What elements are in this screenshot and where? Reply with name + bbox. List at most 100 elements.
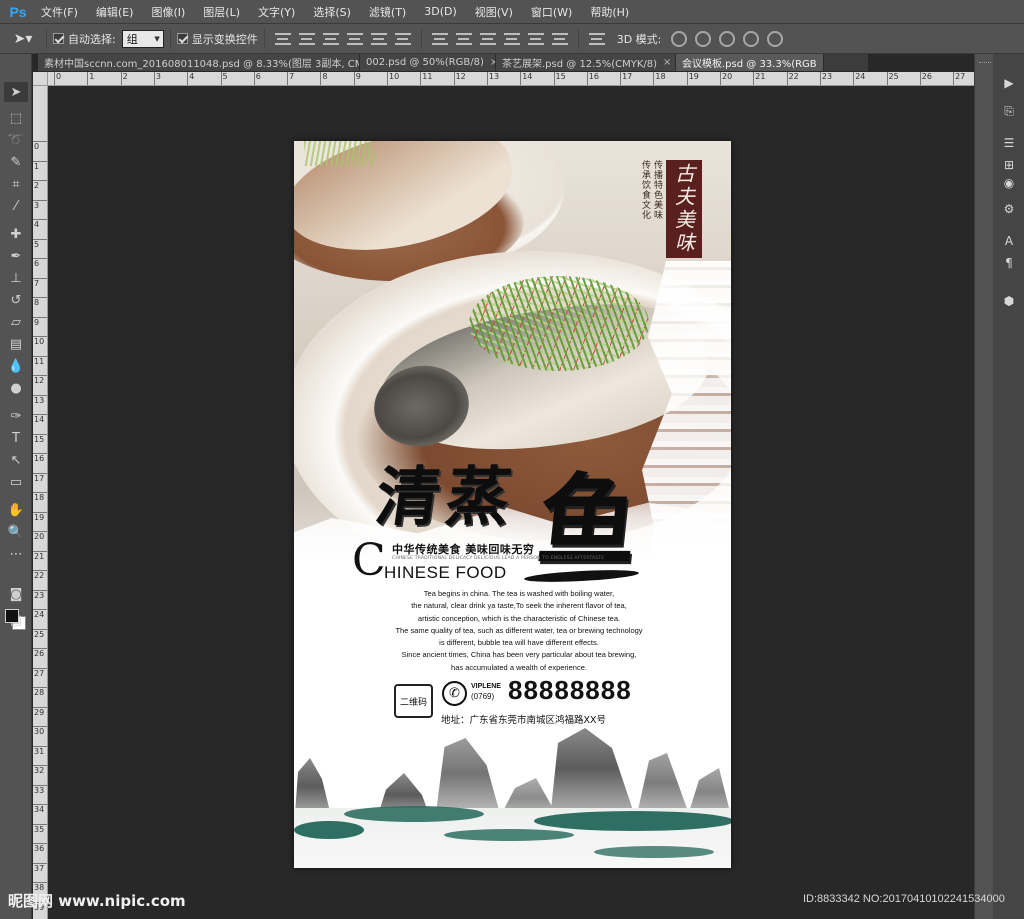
shape-tool-icon[interactable]: ▭ xyxy=(4,472,28,492)
watermark-left: 昵图网 www.nipic.com xyxy=(8,892,186,910)
ruler-tick-label: 3 xyxy=(153,72,161,85)
menu-type[interactable]: 文字(Y) xyxy=(249,4,304,20)
menu-edit[interactable]: 编辑(E) xyxy=(87,4,143,20)
auto-align-icon[interactable] xyxy=(588,31,605,47)
move-tool-preset-icon[interactable]: ➤▾ xyxy=(6,28,40,50)
blur-tool-icon[interactable]: 💧 xyxy=(4,356,28,376)
hand-tool-icon[interactable]: ✋ xyxy=(4,500,28,520)
align-bottom-icon[interactable] xyxy=(322,31,339,47)
adjustments-icon[interactable]: ◉ xyxy=(999,174,1019,192)
menu-3d[interactable]: 3D(D) xyxy=(415,5,466,18)
ruler-tick-label: 6 xyxy=(253,72,261,85)
menu-window[interactable]: 窗口(W) xyxy=(522,4,581,20)
ruler-origin[interactable] xyxy=(33,72,48,86)
auto-select-checkbox[interactable] xyxy=(53,33,64,44)
3d-pan-icon[interactable] xyxy=(719,30,736,47)
ruler-tick-label: 34 xyxy=(33,804,47,814)
crop-tool-icon[interactable]: ⌗ xyxy=(4,174,28,194)
healing-tool-icon[interactable]: ✚ xyxy=(4,224,28,244)
ruler-tick-label: 2 xyxy=(33,180,47,190)
stamp-tool-icon[interactable]: ⊥ xyxy=(4,268,28,288)
chinese-food-text: HINESE FOOD xyxy=(384,563,507,582)
ruler-tick-label: 17 xyxy=(33,472,47,483)
ruler-tick-label: 19 xyxy=(686,72,699,85)
distribute-vcenter-icon[interactable] xyxy=(455,31,472,47)
align-top-icon[interactable] xyxy=(274,31,291,47)
panel-dock: ▶ ⎘ ☰ ⊞ ◉ ⚙ A ¶ ⬢ xyxy=(974,54,1024,919)
ruler-vertical[interactable]: 0 1 2 3 4 5 6 7 8 9 10 11 12 13 14 15 16 17 18 19 20 21 22 23 24… xyxy=(33,86,48,919)
doc-tab[interactable]: 素材中国sccnn.com_20160801104​8.psd @ 8.33%(… xyxy=(38,54,360,71)
ruler-tick-label: 10 xyxy=(387,72,399,85)
play-icon[interactable]: ▶ xyxy=(999,74,1019,92)
distribute-bottom-icon[interactable] xyxy=(479,31,496,47)
distribute-right-icon[interactable] xyxy=(551,31,568,47)
ruler-horizontal[interactable]: 0 1 2 3 4 5 6 7 8 9 10 11 12 13 14 15 16 17 18 19 20 21 22 23 24… xyxy=(48,72,974,86)
ruler-tick-label: 23 xyxy=(33,589,47,600)
document-canvas[interactable]: 传承饮食文化 传播特色美味 古夫美味 清蒸 鱼 C 中华传统美食 美味回味无穷 … xyxy=(294,141,731,868)
menu-view[interactable]: 视图(V) xyxy=(466,4,522,20)
history-icon[interactable]: ⎘ xyxy=(999,102,1019,120)
marquee-tool-icon[interactable]: ⬚ xyxy=(4,108,28,128)
doc-tab[interactable]: 002.psd @ 50%(RGB/8)× xyxy=(360,54,496,71)
ruler-tick-label: 3 xyxy=(33,199,47,210)
menu-select[interactable]: 选择(S) xyxy=(304,4,360,20)
panel-grip[interactable] xyxy=(979,62,991,66)
swatches-icon[interactable]: ⊞ xyxy=(999,156,1019,174)
close-icon[interactable]: × xyxy=(663,57,671,68)
show-transform-checkbox[interactable] xyxy=(176,33,188,44)
ruler-tick-label: 35 xyxy=(33,823,47,834)
path-select-tool-icon[interactable]: ↖ xyxy=(4,450,28,470)
doc-tab[interactable]: 茶艺展架.psd @ 12.5%(CMYK/8) × xyxy=(496,54,676,71)
align-hcenter-icon[interactable] xyxy=(370,31,387,47)
divider xyxy=(420,28,422,49)
more-tools-icon[interactable]: ⋯ xyxy=(4,544,28,564)
eraser-tool-icon[interactable]: ▱ xyxy=(4,312,28,332)
layers-comp-icon[interactable]: ☰ xyxy=(999,134,1019,152)
foreground-color-swatch[interactable] xyxy=(5,609,19,623)
properties-icon[interactable]: ⚙ xyxy=(999,200,1019,218)
move-tool-icon[interactable]: ➤ xyxy=(4,82,28,102)
ruler-tick-label: 7 xyxy=(287,72,294,85)
3d-cube-icon[interactable]: ⬢ xyxy=(999,292,1019,310)
quick-mask-icon[interactable]: ◙ xyxy=(4,584,28,604)
doc-tab-active[interactable]: 会议模板.psd @ 33.3%(RGB xyxy=(676,54,824,71)
chinese-food-initial: C xyxy=(352,535,386,586)
menu-layer[interactable]: 图层(L) xyxy=(194,4,249,20)
align-left-icon[interactable] xyxy=(346,31,363,47)
ruler-tick-label: 10 xyxy=(33,336,47,346)
paragraph-icon[interactable]: ¶ xyxy=(999,254,1019,272)
dodge-tool-icon[interactable]: ● xyxy=(4,378,28,398)
distribute-top-icon[interactable] xyxy=(431,31,448,47)
auto-select-dropdown[interactable]: 组 ▼ xyxy=(121,29,164,48)
ruler-tick-label: 26 xyxy=(919,72,932,85)
3d-slide-icon[interactable] xyxy=(743,30,760,47)
align-vcenter-icon[interactable] xyxy=(298,31,315,47)
character-icon[interactable]: A xyxy=(999,232,1019,250)
gradient-tool-icon[interactable]: ▤ xyxy=(4,334,28,354)
menu-image[interactable]: 图像(I) xyxy=(142,4,194,20)
distribute-left-icon[interactable] xyxy=(503,31,520,47)
lasso-tool-icon[interactable]: ➰ xyxy=(4,130,28,150)
ruler-tick-label: 25 xyxy=(886,72,899,85)
tab-label: 会议模板.psd @ 33.3%(RGB xyxy=(682,59,817,70)
ruler-tick-label: 21 xyxy=(753,72,765,85)
distribute-hcenter-icon[interactable] xyxy=(527,31,544,47)
menu-filter[interactable]: 滤镜(T) xyxy=(360,4,415,20)
watermark-id: ID:8833342 NO:20170410102241534000 xyxy=(803,893,1005,905)
menu-help[interactable]: 帮助(H) xyxy=(581,4,638,20)
align-right-icon[interactable] xyxy=(394,31,411,47)
3d-roll-icon[interactable] xyxy=(695,30,712,47)
brush-tool-icon[interactable]: ✒ xyxy=(4,246,28,266)
menu-file[interactable]: 文件(F) xyxy=(32,4,87,20)
history-brush-tool-icon[interactable]: ↺ xyxy=(4,290,28,310)
quick-select-tool-icon[interactable]: ✎ xyxy=(4,152,28,172)
pen-tool-icon[interactable]: ✑ xyxy=(4,406,28,426)
3d-orbit-icon[interactable] xyxy=(671,30,688,47)
type-tool-icon[interactable]: T xyxy=(4,428,28,448)
ruler-tick-label: 7 xyxy=(33,277,47,288)
divider xyxy=(577,28,579,49)
zoom-tool-icon[interactable]: 🔍 xyxy=(4,522,28,542)
ink-landscape xyxy=(294,711,731,868)
eyedropper-tool-icon[interactable]: ⁄ xyxy=(4,196,28,216)
3d-scale-icon[interactable] xyxy=(767,30,784,47)
